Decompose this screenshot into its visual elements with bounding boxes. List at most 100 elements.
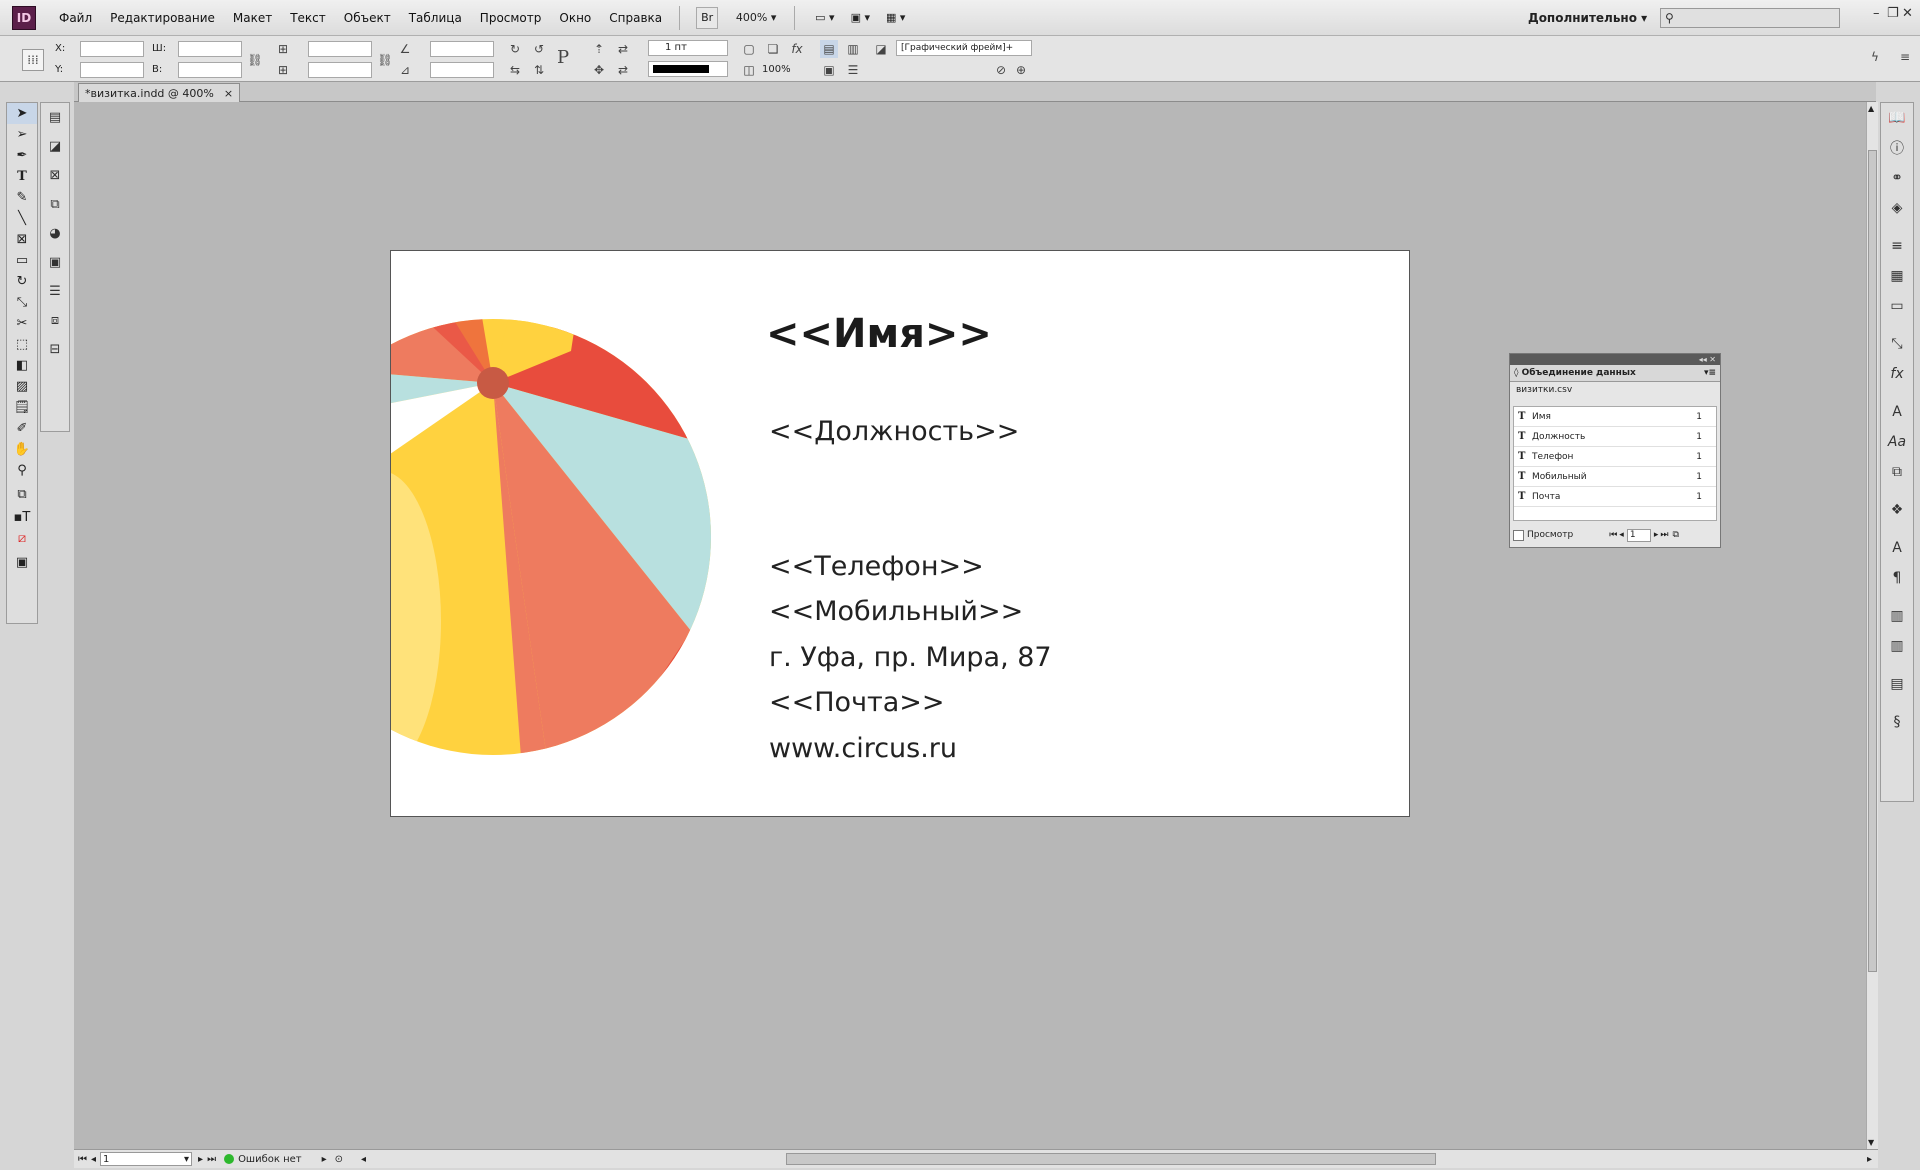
align-panel-icon[interactable]: ⊟	[41, 335, 69, 364]
stroke-type-dropdown[interactable]	[648, 61, 728, 77]
pencil-tool-icon[interactable]: ✎	[7, 187, 37, 208]
first-page-icon[interactable]: ⏮	[78, 1154, 87, 1165]
view-options-button[interactable]: ▭ ▾	[811, 7, 838, 29]
stroke-weight-field[interactable]: 1 пт	[648, 40, 728, 56]
horizontal-scroll-thumb[interactable]	[786, 1153, 1436, 1165]
phone-field[interactable]: <<Телефон>>	[769, 551, 984, 582]
quick-apply-icon[interactable]: ϟ	[1866, 48, 1884, 66]
menu-help[interactable]: Справка	[600, 0, 671, 36]
formatting-affects-container-icon[interactable]: ▪T	[7, 507, 37, 528]
text-wrap-bbox-icon[interactable]: ▥	[844, 40, 862, 58]
info-panel-icon[interactable]: ⓘ	[1881, 133, 1913, 163]
previous-record-icon[interactable]: ◂	[1619, 530, 1624, 540]
flip-vertical-icon[interactable]: ⇅	[530, 61, 548, 79]
table-panel-icon[interactable]: ▦	[1881, 261, 1913, 291]
workspace-switcher[interactable]: Дополнительно ▾	[1528, 0, 1647, 36]
restore-icon[interactable]: ❐	[1887, 6, 1899, 21]
minimize-icon[interactable]: –	[1873, 6, 1880, 21]
page-number-field[interactable]: 1 ▾	[100, 1152, 193, 1166]
scale-tool-icon[interactable]: ⤡	[7, 292, 37, 313]
clear-overrides-icon[interactable]: ⊘	[992, 61, 1010, 79]
collapse-panel-icon[interactable]: ◂◂	[1699, 355, 1707, 364]
record-number-field[interactable]: 1	[1626, 528, 1651, 542]
rotate-tool-icon[interactable]: ↻	[7, 271, 37, 292]
character-panel-icon[interactable]: A	[1881, 533, 1913, 563]
layers-panel-icon[interactable]: ◪	[41, 132, 69, 161]
stroke-panel-icon[interactable]: ⧉	[41, 190, 69, 219]
close-icon[interactable]: ✕	[1709, 355, 1716, 364]
scroll-up-icon[interactable]: ▲	[1868, 104, 1874, 113]
zoom-level-dropdown[interactable]: 400% ▾	[726, 7, 786, 29]
scale-y-field[interactable]	[308, 62, 372, 78]
open-document-icon[interactable]: ⊙	[335, 1154, 343, 1165]
scroll-down-icon[interactable]: ▼	[1868, 1138, 1874, 1147]
previous-page-icon[interactable]: ◂	[91, 1154, 96, 1165]
mobile-field[interactable]: <<Мобильный>>	[769, 596, 1023, 627]
fill-swatch-icon[interactable]: ▢	[740, 40, 758, 58]
width-field[interactable]	[178, 41, 242, 57]
stroke-panel-icon[interactable]: ≡	[1881, 231, 1913, 261]
first-record-icon[interactable]: ⏮	[1609, 530, 1617, 540]
drop-shadow-icon[interactable]: ❏	[764, 40, 782, 58]
book-panel-icon[interactable]: ▥	[1881, 631, 1913, 661]
name-field[interactable]: <<Имя>>	[766, 311, 992, 357]
links-panel-icon[interactable]: ⚭	[1881, 163, 1913, 193]
shear-field[interactable]	[430, 62, 494, 78]
panel-menu-icon[interactable]: ▾≡	[1704, 365, 1716, 382]
gradient-panel-icon[interactable]: ▭	[1881, 291, 1913, 321]
effects-icon[interactable]: fx	[788, 40, 806, 58]
rotate-cw-icon[interactable]: ↻	[506, 40, 524, 58]
fill-stroke-icon[interactable]: ⧉	[7, 481, 37, 507]
character-styles-panel-icon[interactable]: A	[1881, 397, 1913, 427]
panel-menu-icon[interactable]: ≡	[1896, 48, 1914, 66]
list-item[interactable]: T Мобильный 1	[1514, 467, 1716, 487]
height-field[interactable]	[178, 62, 242, 78]
list-item[interactable]: T Имя 1	[1514, 407, 1716, 427]
screen-mode-icon[interactable]: ▣	[7, 549, 37, 575]
note-tool-icon[interactable]: 🗒	[7, 397, 37, 418]
last-record-icon[interactable]: ⏭	[1660, 530, 1668, 540]
create-merged-document-icon[interactable]: ⧉	[1672, 530, 1678, 540]
object-styles-panel-icon[interactable]: ☰	[41, 277, 69, 306]
position-field[interactable]: <<Должность>>	[769, 416, 1019, 447]
rotation-field[interactable]	[430, 41, 494, 57]
menu-layout[interactable]: Макет	[224, 0, 281, 36]
hand-tool-icon[interactable]: ✋	[7, 439, 37, 460]
bridge-button[interactable]: Br	[696, 6, 719, 29]
vertical-scrollbar[interactable]: ▲ ▼	[1866, 102, 1878, 1149]
select-next-icon[interactable]: ⇄	[614, 61, 632, 79]
constrain-proportions-icon[interactable]: ⛓	[246, 51, 264, 69]
direct-selection-tool-icon[interactable]: ➢	[7, 124, 37, 145]
x-position-field[interactable]	[80, 41, 144, 57]
email-field[interactable]: <<Почта>>	[769, 687, 945, 718]
menu-file[interactable]: Файл	[50, 0, 101, 36]
menu-view[interactable]: Просмотр	[471, 0, 551, 36]
close-icon[interactable]: ✕	[1902, 6, 1913, 21]
type-tool-icon[interactable]: T	[7, 166, 37, 187]
menu-edit[interactable]: Редактирование	[101, 0, 224, 36]
arrange-documents-button[interactable]: ▦ ▾	[882, 7, 909, 29]
preflight-status-text[interactable]: Ошибок нет	[238, 1154, 302, 1165]
preflight-menu-icon[interactable]: ▸	[322, 1154, 327, 1165]
library-panel-icon[interactable]: ▥	[1881, 601, 1913, 631]
text-wrap-jump-icon[interactable]: ☰	[844, 61, 862, 79]
rectangle-frame-tool-icon[interactable]: ⊠	[7, 229, 37, 250]
list-item[interactable]: T Должность 1	[1514, 427, 1716, 447]
select-previous-icon[interactable]: ⇄	[614, 40, 632, 58]
pages-panel-icon[interactable]: ▤	[41, 103, 69, 132]
menu-object[interactable]: Объект	[335, 0, 400, 36]
layers-panel-icon[interactable]: ◈	[1881, 193, 1913, 223]
reference-point-icon[interactable]: ⁞⁞⁞	[22, 49, 44, 71]
close-icon[interactable]: ×	[224, 87, 233, 100]
scroll-left-icon[interactable]: ◂	[361, 1154, 366, 1165]
document-tab[interactable]: *визитка.indd @ 400% ×	[78, 83, 241, 102]
panel-tab[interactable]: ◊ Объединение данных ▾≡	[1510, 365, 1720, 382]
text-wrap-shape-icon[interactable]: ▣	[820, 61, 838, 79]
rectangle-tool-icon[interactable]: ▭	[7, 250, 37, 271]
preview-checkbox[interactable]	[1513, 529, 1524, 541]
rotate-ccw-icon[interactable]: ↺	[530, 40, 548, 58]
line-tool-icon[interactable]: ╲	[7, 208, 37, 229]
gradient-feather-tool-icon[interactable]: ▨	[7, 376, 37, 397]
text-wrap-panel-icon[interactable]: ⧈	[41, 306, 69, 335]
script-panel-icon[interactable]: §	[1881, 707, 1913, 737]
